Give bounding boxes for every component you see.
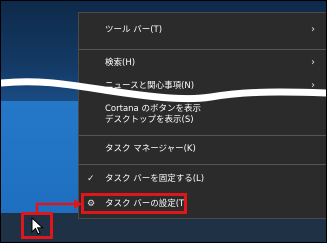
callout-arrow	[35, 199, 82, 213]
mouse-pointer-icon	[31, 217, 44, 235]
screenshot-frame: ツール バー(T) › 検索(H) › ニュースと関心事項(N) › Corta…	[0, 0, 327, 243]
